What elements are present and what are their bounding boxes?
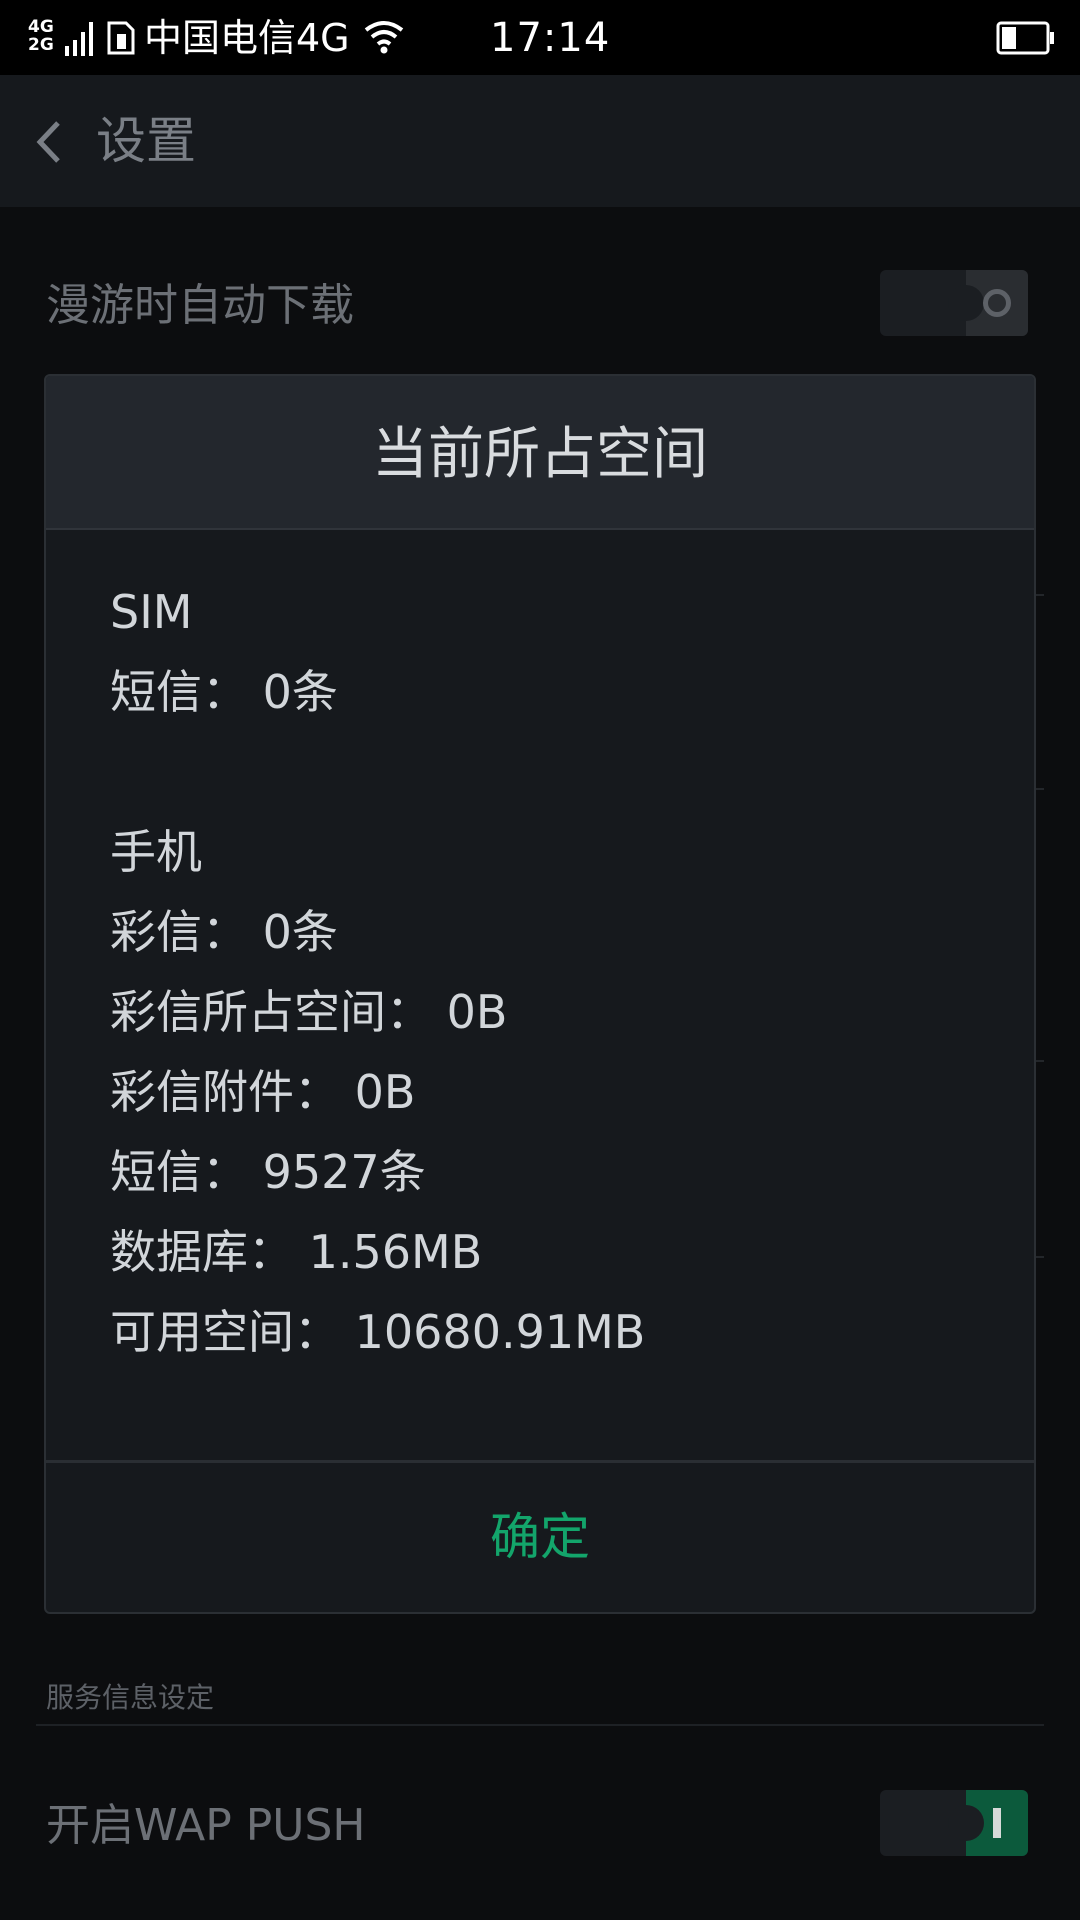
clock: 17:14 [490, 15, 611, 61]
storage-line: 手机 [110, 825, 202, 879]
storage-line: 彩信所占空间： 0B [110, 985, 508, 1039]
page-title: 设置 [96, 112, 196, 170]
divider [36, 1724, 1044, 1726]
wap-push-label: 开启WAP PUSH [46, 1800, 366, 1851]
storage-dialog: 当前所占空间 SIM 短信： 0条 手机 彩信： 0条 彩信所占空间： 0B 彩… [44, 374, 1036, 1614]
sim-icon [107, 21, 135, 55]
chevron-left-icon[interactable] [30, 115, 70, 169]
toggle-knob [948, 1790, 1028, 1856]
storage-line: SIM [110, 585, 193, 639]
network-type-top: 4G [28, 17, 54, 37]
dialog-footer-divider [46, 1460, 1034, 1463]
toggle-on-icon [993, 1808, 1001, 1838]
storage-line: 彩信： 0条 [110, 905, 338, 959]
storage-line: 数据库： 1.56MB [110, 1225, 483, 1279]
storage-line: 短信： 9527条 [110, 1145, 426, 1199]
toggle-off-icon [983, 289, 1011, 317]
storage-line: 可用空间： 10680.91MB [110, 1305, 646, 1359]
signal-icon [65, 22, 93, 56]
wifi-icon [364, 21, 404, 54]
roaming-auto-download-label: 漫游时自动下载 [46, 280, 354, 331]
storage-line: 彩信附件： 0B [110, 1065, 416, 1119]
network-type-bottom: 2G [28, 35, 54, 55]
roaming-auto-download-toggle[interactable] [880, 270, 1028, 336]
carrier-name: 中国电信4G [144, 16, 350, 60]
battery-icon [996, 21, 1054, 55]
status-bar: 4G 2G 中国电信4G 17:14 [0, 0, 1080, 75]
wap-push-toggle[interactable] [880, 1790, 1028, 1856]
app-bar: 设置 [0, 75, 1080, 207]
toggle-knob [948, 270, 1028, 336]
dialog-title: 当前所占空间 [372, 422, 708, 487]
dialog-header: 当前所占空间 [46, 376, 1034, 530]
confirm-button[interactable]: 确定 [390, 1494, 690, 1580]
section-title-service: 服务信息设定 [46, 1681, 215, 1714]
network-type-indicator: 4G 2G [28, 18, 62, 56]
storage-line: 短信： 0条 [110, 665, 338, 719]
